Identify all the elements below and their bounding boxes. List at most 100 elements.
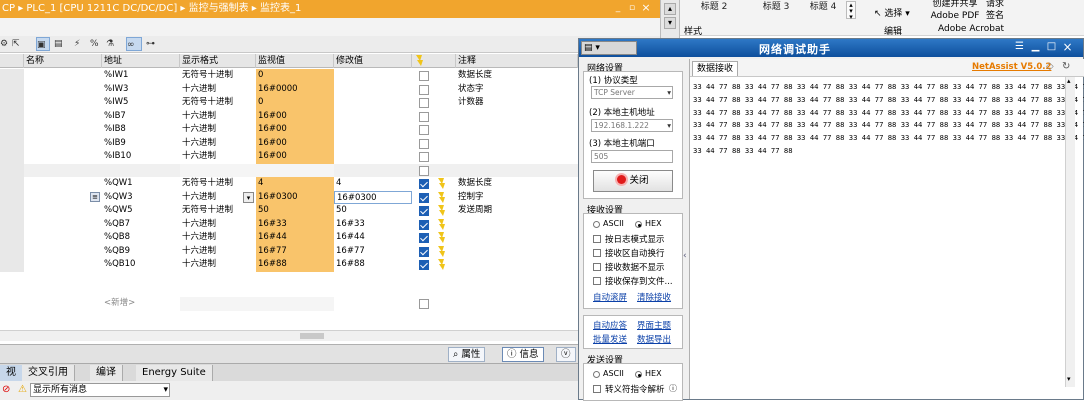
cell-format[interactable]: 十六进制: [180, 137, 256, 151]
cell-format[interactable]: 十六进制: [180, 123, 256, 137]
header-modify[interactable]: 修改值: [334, 54, 412, 68]
cell-name[interactable]: [24, 191, 102, 205]
table-row[interactable]: %IW1 无符号十进制 0 数据长度: [0, 69, 578, 83]
cell-modify-value[interactable]: 16#0300: [334, 190, 412, 204]
warning-icon[interactable]: ⚠: [18, 384, 28, 396]
style-heading-2[interactable]: 标题 2: [684, 0, 744, 16]
minimize-icon[interactable]: ▁: [1029, 41, 1042, 54]
cell-comment[interactable]: [456, 258, 578, 272]
modify-checkbox[interactable]: [419, 152, 429, 162]
message-filter-select[interactable]: 显示所有消息 ▾: [30, 383, 170, 397]
info-tab[interactable]: ⓘ 信息: [502, 347, 544, 362]
cell-name[interactable]: [24, 137, 102, 151]
host-select[interactable]: 192.168.1.222 ▾: [591, 119, 673, 132]
cell-comment[interactable]: 数据长度: [456, 69, 578, 83]
auto-reply-link[interactable]: 自动应答: [593, 319, 627, 331]
auto-wrap-checkbox[interactable]: [593, 249, 601, 257]
diamond-icon[interactable]: ◇: [1046, 61, 1054, 72]
restore-icon[interactable]: ▫: [626, 2, 638, 14]
minimize-icon[interactable]: _: [612, 2, 624, 14]
scroll-up-icon[interactable]: ▴: [664, 3, 676, 15]
modify-checkbox[interactable]: [419, 84, 429, 95]
header-format[interactable]: 显示格式: [180, 54, 256, 68]
version-link[interactable]: NetAssist V5.0.2: [972, 62, 1051, 72]
modify-checkbox[interactable]: [419, 138, 429, 149]
escape-parse-checkbox[interactable]: [593, 385, 601, 393]
scroll-down-icon[interactable]: ▾: [1067, 375, 1071, 383]
cell-address[interactable]: %IW3: [102, 83, 180, 97]
port-input[interactable]: 505: [591, 150, 673, 163]
tool-icon[interactable]: ⇱: [12, 37, 20, 51]
cell-name[interactable]: [24, 231, 102, 245]
modify-checkbox[interactable]: [419, 233, 429, 243]
table-row[interactable]: %IW5 无符号十进制 0 计数器: [0, 96, 578, 110]
cell-comment[interactable]: [456, 150, 578, 164]
cell-name[interactable]: [24, 258, 102, 272]
cell-format[interactable]: 十六进制: [180, 218, 256, 232]
cell-modify-value[interactable]: 16#88: [334, 258, 412, 272]
system-menu-button[interactable]: ▤ ▾: [581, 41, 637, 55]
cell-comment[interactable]: [456, 218, 578, 232]
modify-checkbox[interactable]: [419, 111, 429, 122]
modify-checkbox[interactable]: [419, 219, 429, 230]
monitor-icon[interactable]: ▣: [36, 37, 50, 51]
cell-address[interactable]: %IW1: [102, 69, 180, 83]
cell-name[interactable]: [24, 150, 102, 164]
recv-tab[interactable]: 数据接收: [692, 61, 739, 76]
cell-format[interactable]: [180, 163, 256, 177]
cell-comment[interactable]: [456, 164, 578, 178]
cell-comment[interactable]: [456, 137, 578, 151]
cell-name[interactable]: [24, 204, 102, 218]
modify-checkbox[interactable]: [419, 165, 429, 176]
table-row[interactable]: ≡ %QW3 十六进制 16#0300 16#0300 ▾ 控制字: [0, 190, 578, 205]
scroll-down-icon[interactable]: ▾: [664, 17, 676, 29]
save-file-checkbox[interactable]: [593, 277, 601, 285]
table-row[interactable]: %QW1 无符号十进制 4 4 数据长度: [0, 177, 578, 191]
header-force[interactable]: [412, 54, 456, 68]
maximize-icon[interactable]: □: [1045, 41, 1058, 54]
request-signature-button[interactable]: 请求 签名: [984, 0, 1006, 22]
cell-format[interactable]: 十六进制: [180, 110, 256, 124]
cell-modify-value[interactable]: [334, 164, 412, 178]
cell-comment[interactable]: 发送周期: [456, 204, 578, 218]
cell-comment[interactable]: [456, 110, 578, 124]
table-row[interactable]: %IB10 十六进制 16#00: [0, 150, 578, 164]
cell-format[interactable]: 十六进制: [180, 83, 256, 97]
modify-checkbox[interactable]: [419, 260, 429, 270]
select-button[interactable]: ↖ 选择 ▾: [874, 6, 910, 19]
hide-data-checkbox[interactable]: [593, 263, 601, 271]
protocol-select[interactable]: TCP Server ▾: [591, 86, 673, 99]
modify-checkbox[interactable]: [419, 299, 429, 309]
cell-modify-value[interactable]: 16#33: [334, 218, 412, 232]
clear-recv-link[interactable]: 清除接收: [637, 291, 671, 303]
header-comment[interactable]: 注释: [456, 54, 578, 68]
error-icon[interactable]: ⊘: [2, 384, 14, 396]
cell-address[interactable]: %IB8: [102, 123, 180, 137]
table-row[interactable]: %QW5 无符号十进制 50 50 发送周期: [0, 204, 578, 218]
cell-name[interactable]: [24, 164, 102, 178]
tab-general[interactable]: 视: [0, 365, 23, 381]
cell-comment[interactable]: 计数器: [456, 96, 578, 110]
cell-format[interactable]: 无符号十进制: [180, 69, 256, 83]
cell-name[interactable]: [24, 96, 102, 110]
recv-scrollbar[interactable]: ▴ ▾: [1065, 77, 1075, 387]
table-row[interactable]: %QB8 十六进制 16#44 16#44: [0, 231, 578, 245]
cell-address[interactable]: %QW1: [102, 177, 180, 191]
table-row[interactable]: %IB7 十六进制 16#00: [0, 109, 578, 124]
export-data-link[interactable]: 数据导出: [637, 333, 671, 345]
modify-checkbox[interactable]: [419, 246, 429, 257]
tool-icon[interactable]: ∞: [126, 37, 142, 51]
new-row-label[interactable]: <新增>: [102, 297, 180, 311]
auto-scroll-link[interactable]: 自动滚屏: [593, 291, 627, 303]
tab-compile[interactable]: 编译: [90, 365, 123, 381]
cell-format[interactable]: 十六进制: [180, 231, 256, 245]
force-icon[interactable]: ⚡: [74, 37, 80, 51]
cell-modify-value[interactable]: 16#77: [334, 245, 412, 259]
log-mode-checkbox[interactable]: [593, 235, 601, 243]
info-icon[interactable]: ⓘ: [669, 383, 677, 394]
ui-theme-link[interactable]: 界面主题: [637, 319, 671, 331]
close-icon[interactable]: ×: [640, 2, 652, 14]
modify-checkbox[interactable]: [419, 206, 429, 216]
cell-name[interactable]: [24, 177, 102, 191]
cell-modify-value[interactable]: [334, 137, 412, 151]
